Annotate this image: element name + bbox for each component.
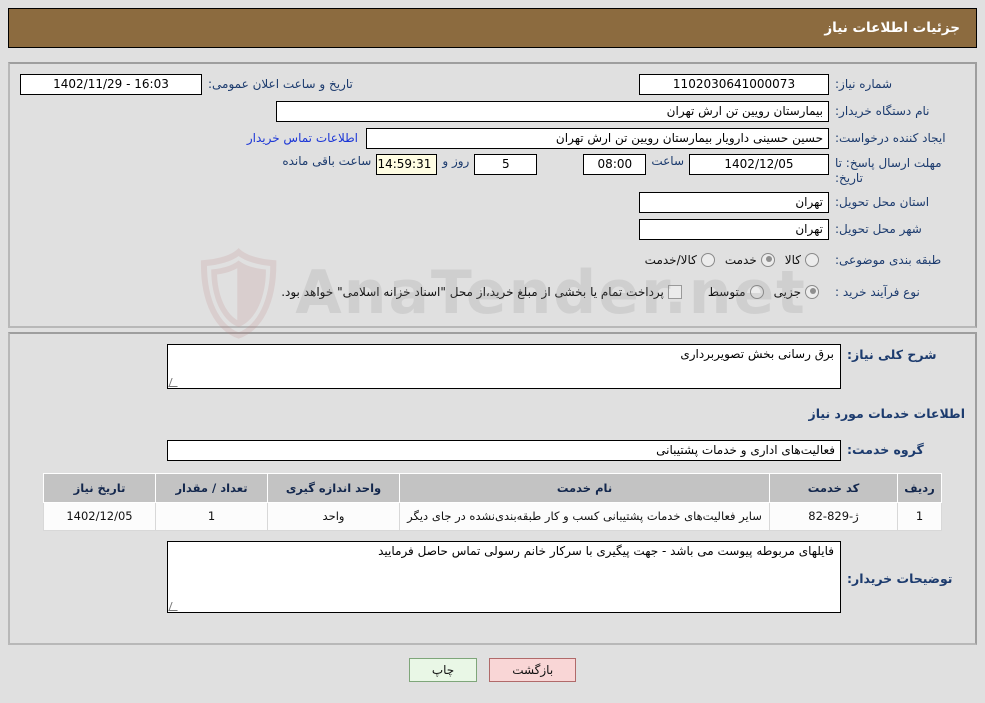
row-province: استان محل تحویل: تهران bbox=[10, 191, 975, 213]
action-button-bar: بازگشت چاپ bbox=[0, 658, 985, 682]
radio-process-0[interactable] bbox=[805, 285, 819, 299]
province-value: تهران bbox=[639, 191, 829, 213]
general-desc-label: شرح کلی نیاز: bbox=[847, 347, 937, 362]
creator-value: حسین حسینی دارویار بیمارستان رویین تن ار… bbox=[366, 127, 829, 149]
remaining-days-label: روز و bbox=[442, 154, 470, 168]
radio-category-0[interactable] bbox=[805, 253, 819, 267]
buyer-notes-label: توضیحات خریدار: bbox=[847, 570, 953, 586]
cell-unit: واحد bbox=[267, 502, 400, 531]
col-quantity: تعداد / مقدار bbox=[155, 473, 268, 503]
table-row: 1 ژ-829-82 سایر فعالیت‌های خدمات پشتیبان… bbox=[43, 502, 942, 531]
city-label: شهر محل تحویل: bbox=[835, 221, 922, 236]
remaining-days-value: 5 bbox=[474, 154, 538, 175]
general-desc-value[interactable]: برق رسانی بخش تصویربرداری bbox=[167, 344, 841, 389]
radio-process-1[interactable] bbox=[749, 285, 764, 299]
items-table: ردیف کد خدمت نام خدمت واحد اندازه گیری ت… bbox=[43, 473, 942, 531]
announce-value: 16:03 - 1402/11/29 bbox=[20, 73, 202, 95]
print-button[interactable]: چاپ bbox=[408, 658, 478, 682]
need-number-value: 1102030641000073 bbox=[639, 73, 829, 95]
need-details-panel: شرح کلی نیاز: برق رسانی بخش تصویربرداری … bbox=[8, 332, 977, 645]
cell-index: 1 bbox=[897, 502, 942, 531]
radio-category-2-label: کالا/خدمت bbox=[644, 253, 697, 267]
deadline-time-value: 08:00 bbox=[583, 154, 647, 175]
col-code: کد خدمت bbox=[769, 473, 898, 503]
service-group-value: فعالیت‌های اداری و خدمات پشتیبانی bbox=[167, 439, 841, 461]
buyer-org-label: نام دستگاه خریدار: bbox=[835, 103, 930, 118]
radio-category-0-label: کالا bbox=[784, 253, 801, 267]
radio-category-1[interactable] bbox=[760, 253, 775, 267]
col-date: تاریخ نیاز bbox=[43, 473, 156, 503]
cell-quantity: 1 bbox=[155, 502, 268, 531]
province-label: استان محل تحویل: bbox=[835, 194, 930, 209]
radio-process-1-label: متوسط bbox=[707, 285, 746, 299]
cell-date: 1402/12/05 bbox=[43, 502, 156, 531]
items-table-wrapper: ردیف کد خدمت نام خدمت واحد اندازه گیری ت… bbox=[10, 473, 975, 531]
row-general-desc: شرح کلی نیاز: برق رسانی بخش تصویربرداری bbox=[10, 344, 975, 389]
row-creator: ایجاد کننده درخواست: حسین حسینی دارویار … bbox=[10, 127, 975, 149]
row-category: طبقه بندی موضوعی: کالا خدمت کالا/خدمت bbox=[10, 249, 975, 271]
radio-category-1-label: خدمت bbox=[724, 253, 757, 267]
services-section-title: اطلاعات خدمات مورد نیاز bbox=[808, 406, 966, 422]
creator-label: ایجاد کننده درخواست: bbox=[835, 130, 946, 145]
announce-label: تاریخ و ساعت اعلان عمومی: bbox=[208, 76, 353, 91]
radio-process-0-label: جزیی bbox=[773, 285, 801, 299]
service-group-label: گروه خدمت: bbox=[847, 442, 924, 458]
need-number-label: شماره نیاز: bbox=[835, 76, 892, 91]
row-buyer-notes: توضیحات خریدار: فایلهای مربوطه پیوست می … bbox=[10, 540, 975, 613]
category-label: طبقه بندی موضوعی: bbox=[835, 252, 942, 267]
need-summary-panel: شماره نیاز: 1102030641000073 تاریخ و ساع… bbox=[8, 62, 977, 328]
row-services-title: اطلاعات خدمات مورد نیاز bbox=[10, 403, 975, 425]
city-value: تهران bbox=[639, 218, 829, 240]
deadline-label: مهلت ارسال پاسخ: تا تاریخ: bbox=[835, 156, 942, 185]
row-process-type: نوع فرآیند خرید : جزیی متوسط پرداخت تمام… bbox=[10, 281, 975, 303]
radio-category-2[interactable] bbox=[700, 253, 715, 267]
page-title: جزئیات اطلاعات نیاز bbox=[824, 20, 960, 36]
buyer-org-value: بیمارستان رویین تن ارش تهران bbox=[276, 100, 829, 122]
cell-name: سایر فعالیت‌های خدمات پشتیبانی کسب و کار… bbox=[399, 502, 770, 531]
buyer-contact-link[interactable]: اطلاعات تماس خریدار bbox=[239, 131, 366, 145]
col-name: نام خدمت bbox=[399, 473, 770, 503]
items-table-header-row: ردیف کد خدمت نام خدمت واحد اندازه گیری ت… bbox=[43, 473, 942, 503]
deadline-date-value: 1402/12/05 bbox=[689, 154, 829, 175]
page-header: جزئیات اطلاعات نیاز bbox=[8, 8, 977, 48]
row-buyer-org: نام دستگاه خریدار: بیمارستان رویین تن ار… bbox=[10, 100, 975, 122]
remaining-time-value: 14:59:31 bbox=[376, 154, 438, 175]
treasury-checkbox[interactable] bbox=[667, 285, 682, 299]
remaining-time-label: ساعت باقی مانده bbox=[282, 154, 372, 168]
col-unit: واحد اندازه گیری bbox=[267, 473, 400, 503]
treasury-checkbox-label: پرداخت تمام یا بخشی از مبلغ خرید،از محل … bbox=[281, 285, 664, 299]
cell-code: ژ-829-82 bbox=[769, 502, 898, 531]
row-deadline: مهلت ارسال پاسخ: تا تاریخ: 1402/12/05 سا… bbox=[10, 154, 975, 186]
process-label: نوع فرآیند خرید : bbox=[835, 284, 920, 299]
row-service-group: گروه خدمت: فعالیت‌های اداری و خدمات پشتی… bbox=[10, 439, 975, 461]
col-index: ردیف bbox=[897, 473, 942, 503]
row-city: شهر محل تحویل: تهران bbox=[10, 218, 975, 240]
back-button[interactable]: بازگشت bbox=[489, 658, 577, 682]
deadline-hour-label: ساعت bbox=[651, 154, 684, 168]
row-need-number: شماره نیاز: 1102030641000073 تاریخ و ساع… bbox=[10, 73, 975, 95]
buyer-notes-value[interactable]: فایلهای مربوطه پیوست می باشد - جهت پیگیر… bbox=[167, 540, 841, 613]
